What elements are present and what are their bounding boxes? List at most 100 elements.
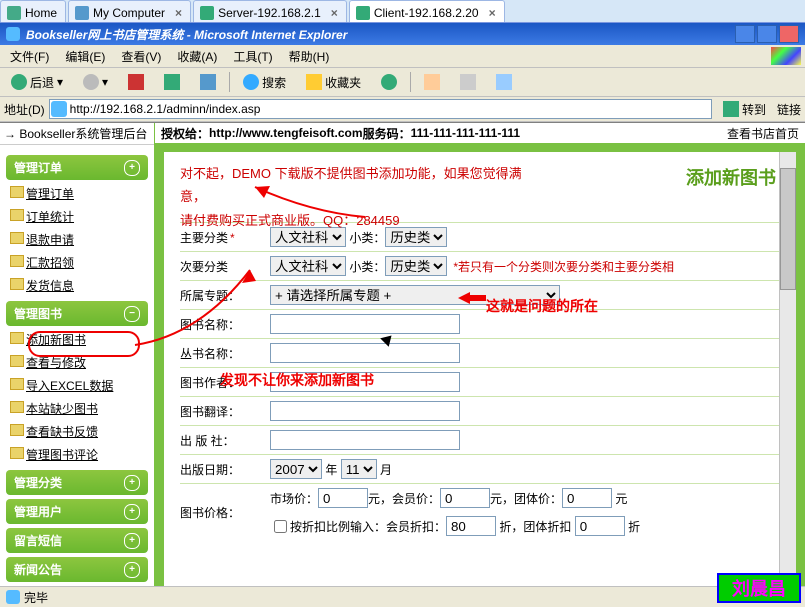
stop-icon	[128, 74, 144, 90]
links-label[interactable]: 链接	[777, 101, 801, 118]
group-discount-input[interactable]	[575, 516, 625, 536]
edit-button[interactable]	[489, 71, 519, 93]
sidebar-item[interactable]: 管理图书评论	[6, 443, 148, 466]
favorites-button[interactable]: 收藏夹	[299, 71, 368, 94]
close-icon[interactable]: ×	[175, 6, 182, 20]
refresh-icon	[164, 74, 180, 90]
sidebar-item[interactable]: 管理订单	[6, 182, 148, 205]
expand-icon: +	[124, 562, 140, 578]
close-icon[interactable]: ×	[331, 6, 338, 20]
history-button[interactable]	[374, 71, 404, 93]
menu-favorites[interactable]: 收藏(A)	[171, 46, 223, 67]
member-discount-input[interactable]	[446, 516, 496, 536]
stop-button[interactable]	[121, 71, 151, 93]
tab-mycomputer[interactable]: My Computer×	[68, 0, 191, 22]
expand-icon: +	[124, 504, 140, 520]
expand-icon: +	[124, 475, 140, 491]
windows-logo-icon	[771, 47, 801, 65]
status-bar: 完毕	[0, 586, 805, 607]
window-title: Bookseller网上书店管理系统 - Microsoft Internet …	[26, 26, 347, 43]
author-input[interactable]	[270, 372, 460, 392]
sidebar-item[interactable]: 订单统计	[6, 205, 148, 228]
menu-tools[interactable]: 工具(T)	[227, 46, 278, 67]
dropdown-icon: ▾	[102, 75, 108, 89]
annotation-arrow	[130, 265, 260, 355]
menu-file[interactable]: 文件(F)	[4, 46, 55, 67]
member-price-input[interactable]	[440, 488, 490, 508]
refresh-button[interactable]	[157, 71, 187, 93]
tab-server[interactable]: Server-192.168.2.1×	[193, 0, 347, 22]
cat-note: *若只有一个分类则次要分类和主要分类相	[453, 258, 674, 275]
signature-watermark: 刘晨昌	[717, 573, 801, 603]
group-price-input[interactable]	[562, 488, 612, 508]
sidebar-group-orders[interactable]: 管理订单+	[6, 155, 148, 180]
publisher-label: 出 版 社：	[180, 432, 270, 449]
secondary-cat-select[interactable]: 人文社科	[270, 256, 346, 276]
discount-checkbox[interactable]	[274, 520, 287, 533]
annotation-arrow	[458, 290, 488, 310]
minimize-button[interactable]	[735, 25, 755, 43]
store-home-link[interactable]: 查看书店首页	[727, 125, 799, 142]
pubdate-label: 出版日期：	[180, 461, 270, 478]
dropdown-icon: ▾	[57, 75, 63, 89]
back-button[interactable]: 后退▾	[4, 71, 70, 94]
sidebar-item[interactable]: 汇款招领	[6, 251, 148, 274]
menu-help[interactable]: 帮助(H)	[283, 46, 336, 67]
auth-bar: 授权给：http://www.tengfeisoft.com 服务码：111-1…	[155, 123, 805, 143]
mail-icon	[424, 74, 440, 90]
market-price-input[interactable]	[318, 488, 368, 508]
panel-scrollbar[interactable]	[779, 152, 796, 603]
tab-home[interactable]: Home	[0, 0, 66, 22]
sidebar-item[interactable]: 退款申请	[6, 228, 148, 251]
go-button[interactable]: 转到	[716, 98, 773, 121]
price-label: 图书价格：	[180, 504, 270, 521]
year-select[interactable]: 2007	[270, 459, 322, 479]
menu-view[interactable]: 查看(V)	[115, 46, 167, 67]
url-input[interactable]	[49, 99, 712, 119]
sidebar: 管理订单+ 管理订单 订单统计 退款申请 汇款招领 发货信息 管理图书− 添加新…	[0, 145, 154, 607]
month-select[interactable]: 11	[341, 459, 377, 479]
expand-icon: +	[124, 533, 140, 549]
search-icon	[243, 74, 259, 90]
search-button[interactable]: 搜索	[236, 71, 293, 94]
sidebar-group-messages[interactable]: 留言短信+	[6, 528, 148, 553]
menu-edit[interactable]: 编辑(E)	[59, 46, 111, 67]
book-name-input[interactable]	[270, 314, 460, 334]
print-button[interactable]	[453, 71, 483, 93]
sidebar-item[interactable]: 发货信息	[6, 274, 148, 297]
translator-label: 图书翻译：	[180, 403, 270, 420]
maximize-button[interactable]	[757, 25, 777, 43]
tab-client[interactable]: Client-192.168.2.20×	[349, 0, 505, 22]
sidebar-item[interactable]: 查看缺书反馈	[6, 420, 148, 443]
panel-title: 添加新图书	[686, 164, 776, 190]
secondary-sub-select[interactable]: 历史类	[385, 256, 447, 276]
annotation-circle	[28, 331, 140, 357]
close-button[interactable]	[779, 25, 799, 43]
sidebar-group-users[interactable]: 管理用户+	[6, 499, 148, 524]
home-icon	[7, 6, 21, 20]
sidebar-group-books[interactable]: 管理图书−	[6, 301, 148, 326]
forward-button[interactable]: ▾	[76, 71, 115, 93]
mail-button[interactable]	[417, 71, 447, 93]
sidebar-item[interactable]: 本站缺少图书	[6, 397, 148, 420]
topic-select[interactable]: + 请选择所属专题 +	[270, 285, 560, 305]
window-titlebar: Bookseller网上书店管理系统 - Microsoft Internet …	[0, 23, 805, 45]
address-label: 地址(D)	[4, 101, 45, 118]
edit-icon	[496, 74, 512, 90]
home-button[interactable]	[193, 71, 223, 93]
sidebar-group-category[interactable]: 管理分类+	[6, 470, 148, 495]
sidebar-group-news[interactable]: 新闻公告+	[6, 557, 148, 582]
series-input[interactable]	[270, 343, 460, 363]
translator-input[interactable]	[270, 401, 460, 421]
status-text: 完毕	[24, 589, 48, 606]
server-icon	[200, 6, 214, 20]
expand-icon: +	[124, 160, 140, 176]
address-bar: 地址(D) 转到 链接	[0, 97, 805, 122]
ie-icon	[6, 27, 20, 41]
sidebar-item[interactable]: 导入EXCEL数据	[6, 374, 148, 397]
history-icon	[381, 74, 397, 90]
close-icon[interactable]: ×	[489, 6, 496, 20]
publisher-input[interactable]	[270, 430, 460, 450]
star-icon	[306, 74, 322, 90]
go-icon	[723, 101, 739, 117]
